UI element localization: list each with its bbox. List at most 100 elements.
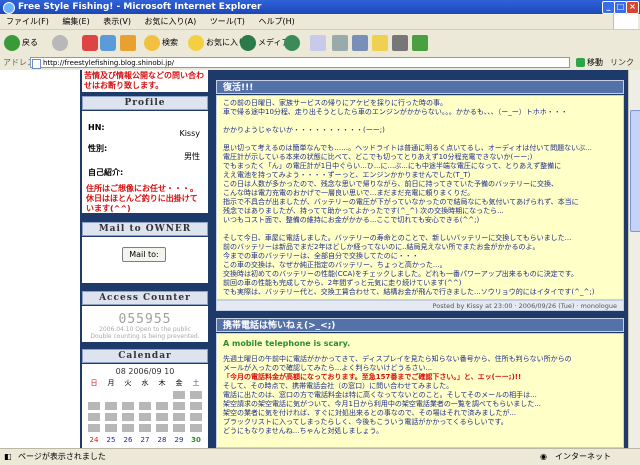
entry-title[interactable]: 復活!!! (216, 80, 624, 94)
research-button[interactable] (392, 34, 410, 52)
calendar-day-24[interactable]: 24 (86, 435, 102, 445)
calendar-week-4 (86, 424, 204, 434)
menu-favorites[interactable]: お気に入り(A) (145, 14, 197, 29)
search-icon (144, 34, 160, 51)
menu-tools[interactable]: ツール(T) (210, 14, 245, 29)
back-button[interactable]: 戻る (4, 34, 38, 52)
calendar-day-29[interactable]: 29 (171, 435, 187, 445)
calendar-day-cell[interactable] (190, 391, 202, 399)
calendar-month-nav[interactable]: 08 2006/09 10 (82, 367, 208, 376)
forward-button[interactable] (52, 34, 70, 52)
entry-line-highlight: 「今月の電話料金が高額になっております。至急157番までご確認下さい。」と、エッ… (223, 373, 522, 381)
entry-title[interactable]: 携帯電話は怖いねぇ(>_<;) (216, 318, 624, 332)
entry-line: 車で帰る途中10分程、走り出そうとしたら車のエンジンがかからない。。。かかるも、… (223, 108, 568, 116)
menu-view[interactable]: 表示(V) (103, 14, 131, 29)
menu-bar: ファイル(F) 編集(E) 表示(V) お気に入り(A) ツール(T) ヘルプ(… (0, 14, 640, 30)
calendar-day-cell[interactable] (105, 424, 117, 432)
close-button[interactable]: × (626, 1, 639, 14)
weekday-sun: 日 (90, 379, 98, 387)
calendar-day-cell[interactable] (88, 424, 100, 432)
go-label: 移動 (587, 58, 603, 67)
favorites-button[interactable]: お気に入り (188, 34, 246, 52)
calendar-day-26[interactable]: 26 (120, 435, 136, 445)
entry-footer[interactable]: Posted by Kissy at 23:00 · 2006/09/26 (T… (216, 300, 624, 311)
mail-button[interactable] (310, 34, 328, 52)
calendar-day-cell[interactable] (139, 402, 151, 410)
discuss-button[interactable] (372, 34, 390, 52)
calendar-day-cell[interactable] (156, 413, 168, 421)
calendar-week-1 (86, 391, 204, 401)
print-icon (332, 34, 348, 51)
calendar-day-cell[interactable] (139, 413, 151, 421)
calendar-day-cell[interactable] (105, 413, 117, 421)
back-label: 戻る (22, 38, 38, 47)
calendar-day-cell[interactable] (156, 402, 168, 410)
calendar-day-cell[interactable] (105, 402, 117, 410)
page-icon (32, 59, 41, 69)
stop-icon (82, 34, 98, 51)
search-button[interactable]: 検索 (144, 34, 178, 52)
print-button[interactable] (332, 34, 350, 52)
go-button[interactable]: 移動 (576, 56, 603, 70)
calendar-day-cell[interactable] (122, 424, 134, 432)
calendar-day-25[interactable]: 25 (103, 435, 119, 445)
calendar-day-cell[interactable] (173, 391, 185, 399)
calendar-day-cell[interactable] (173, 413, 185, 421)
entry-line: この前の日曜日、家族サービスの帰りにアケビを採りに行った時の事。 (223, 99, 447, 107)
weekday-wed: 水 (141, 379, 149, 387)
entry-line: こんな時は電力充電のおかげで一層良い思いで...まだまだ充電に頼りまくりだ。 (223, 189, 475, 197)
entry-line: 架空の業者に気を付ければ、すぐに対処出来るとの事なので、その場はそれで済みました… (223, 409, 517, 417)
home-button[interactable] (120, 34, 138, 52)
hn-label: HN: (88, 123, 105, 132)
entry-line: 残念ではありましたが、持ってて助かってよかったです(^_^) 次の交換時期になっ… (223, 207, 504, 215)
entry-line: この日は人数が多かったので、残念な思いで帰りながら、前日に持ってきていた予備のバ… (223, 180, 558, 188)
calendar-day-30[interactable]: 30 (188, 435, 204, 445)
entry-line: 前のバッテリーは新品でまだ2年ほどしか経ってないのに..結局見えない所でまたお金… (223, 243, 540, 251)
weekday-tue: 火 (124, 379, 132, 387)
scrollbar-thumb[interactable] (630, 110, 640, 232)
menu-edit[interactable]: 編集(E) (62, 14, 89, 29)
counter-note-open: 2006.04.10 Open to the public (99, 326, 191, 333)
calendar-day-cell[interactable] (156, 424, 168, 432)
entry-line (223, 117, 617, 126)
calendar-day-cell[interactable] (88, 413, 100, 421)
calendar-day-cell[interactable] (139, 424, 151, 432)
vertical-scrollbar[interactable] (628, 70, 640, 448)
calendar-day-cell[interactable] (88, 402, 100, 410)
messenger-icon (412, 34, 428, 51)
edit-icon (352, 34, 368, 51)
back-arrow-icon (4, 34, 20, 51)
entry-subtitle: A mobile telephone is scary. (223, 339, 351, 348)
calendar-day-cell[interactable] (190, 413, 202, 421)
weekday-mon: 月 (107, 379, 115, 387)
menu-file[interactable]: ファイル(F) (6, 14, 49, 29)
calendar-day-cell[interactable] (122, 413, 134, 421)
entry-line: いつもコスト面で、整備の維持にお金がかかる...ここで切れても安心できる(^^;… (223, 216, 480, 224)
hn-value: Kissy (179, 129, 200, 138)
intro-body: 住所はご想像にお任せ・・・。休日はほとんど釣りに出掛けています(^^) (82, 183, 208, 213)
edit-button[interactable] (352, 34, 370, 52)
media-button[interactable]: メディア (240, 34, 289, 52)
menu-help[interactable]: ヘルプ(H) (258, 14, 294, 29)
calendar-day-cell[interactable] (173, 402, 185, 410)
messenger-button[interactable] (412, 34, 430, 52)
history-button[interactable] (284, 34, 302, 52)
counter-note-double: Double counting is being prevented. (90, 333, 200, 340)
calendar-day-cell[interactable] (173, 424, 185, 432)
stop-button[interactable] (82, 34, 100, 52)
entry-line (223, 225, 617, 234)
mail-to-button[interactable]: Mail to: (122, 247, 166, 262)
refresh-button[interactable] (100, 34, 118, 52)
address-input[interactable]: http://freestylefishing.blog.shinobi.jp/ (30, 57, 570, 68)
calendar-day-cell[interactable] (190, 424, 202, 432)
calendar-day-cell[interactable] (122, 402, 134, 410)
calendar-day-28[interactable]: 28 (154, 435, 170, 445)
calendar-day-cell[interactable] (190, 402, 202, 410)
refresh-icon (100, 34, 116, 51)
access-heading: Access Counter (82, 291, 208, 305)
links-label[interactable]: リンク (610, 56, 634, 70)
window-titlebar[interactable]: Free Style Fishing! - Microsoft Internet… (0, 0, 640, 14)
entry-line: 電圧計が示している本来の状態に比べて、どこでも切ってとりあえず10分程充電できな… (223, 153, 533, 161)
calendar-day-27[interactable]: 27 (137, 435, 153, 445)
profile-heading: Profile (82, 96, 208, 110)
